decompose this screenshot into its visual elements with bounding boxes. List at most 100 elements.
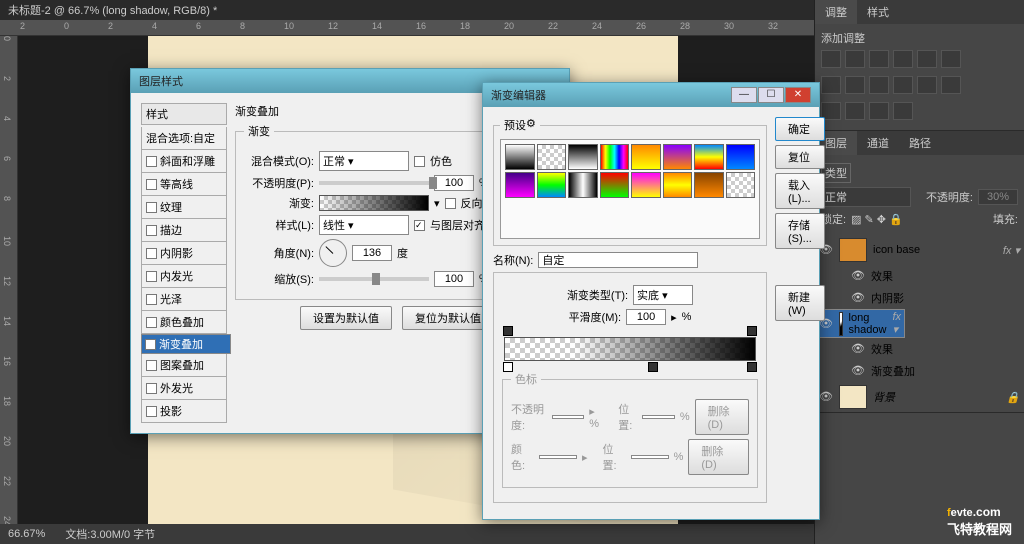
adj-icon[interactable]	[917, 76, 937, 94]
layer-opacity[interactable]: 30%	[978, 189, 1018, 205]
adj-icon[interactable]	[845, 50, 865, 68]
layer-effect[interactable]: 👁效果	[815, 338, 1024, 360]
style-item[interactable]: 外发光	[141, 377, 227, 400]
zoom-level[interactable]: 66.67%	[8, 528, 45, 540]
adj-icon[interactable]	[869, 102, 889, 120]
style-item[interactable]: 纹理	[141, 196, 227, 219]
style-checkbox[interactable]	[146, 202, 157, 213]
scale-slider[interactable]	[319, 277, 429, 281]
preset-list[interactable]	[500, 139, 760, 239]
lock-icon: 🔒	[1006, 391, 1020, 404]
color-stop[interactable]	[747, 362, 757, 372]
color-stop[interactable]	[503, 362, 513, 372]
adj-icon[interactable]	[941, 50, 961, 68]
style-checkbox[interactable]	[146, 225, 157, 236]
adj-icon[interactable]	[893, 102, 913, 120]
layer-row[interactable]: 👁背景🔒	[815, 382, 1024, 412]
adj-icon[interactable]	[893, 76, 913, 94]
maximize-button[interactable]: ☐	[758, 87, 784, 103]
style-item[interactable]: 图案叠加	[141, 354, 227, 377]
doc-size: 文档:3.00M/0 字节	[65, 526, 155, 542]
scale-input[interactable]: 100	[434, 271, 474, 287]
style-checkbox[interactable]	[146, 294, 157, 305]
reverse-checkbox[interactable]	[445, 198, 456, 209]
styles-header[interactable]: 样式	[141, 103, 227, 125]
style-item[interactable]: 内阴影	[141, 242, 227, 265]
ok-button[interactable]: 确定	[775, 117, 825, 141]
load-button[interactable]: 载入(L)...	[775, 173, 825, 209]
align-checkbox[interactable]	[414, 220, 425, 231]
ruler-vertical: 024681012141618202224	[0, 36, 18, 524]
style-item[interactable]: 描边	[141, 219, 227, 242]
style-item[interactable]: 内发光	[141, 265, 227, 288]
set-default-button[interactable]: 设置为默认值	[300, 306, 392, 330]
reset-default-button[interactable]: 复位为默认值	[402, 306, 494, 330]
opacity-slider[interactable]	[319, 181, 429, 185]
layer-effect[interactable]: 👁效果	[815, 265, 1024, 287]
smoothness-input[interactable]: 100	[626, 309, 666, 325]
style-checkbox[interactable]	[146, 317, 157, 328]
tab-styles[interactable]: 样式	[857, 0, 899, 24]
style-checkbox[interactable]	[146, 156, 157, 167]
style-item[interactable]: 斜面和浮雕	[141, 150, 227, 173]
dither-checkbox[interactable]	[414, 156, 425, 167]
close-button[interactable]: ✕	[785, 87, 811, 103]
cancel-button[interactable]: 复位	[775, 145, 825, 169]
gradient-bar[interactable]	[504, 337, 756, 361]
style-checkbox[interactable]	[146, 360, 157, 371]
adj-icon[interactable]	[869, 50, 889, 68]
style-item[interactable]: 等高线	[141, 173, 227, 196]
opacity-stop[interactable]	[747, 326, 757, 336]
blend-mode-select[interactable]: 正常	[821, 187, 911, 207]
adj-icon[interactable]	[845, 102, 865, 120]
style-checkbox[interactable]	[146, 383, 157, 394]
gear-icon[interactable]: ⚙	[526, 117, 536, 130]
layer-row[interactable]: 👁long shadowfx ▾	[815, 309, 905, 338]
adj-icon[interactable]	[821, 50, 841, 68]
adj-icon[interactable]	[869, 76, 889, 94]
blendmode-select[interactable]: 正常 ▾	[319, 151, 409, 171]
adj-icon[interactable]	[917, 50, 937, 68]
gradient-name-input[interactable]	[538, 252, 698, 268]
gradient-type-group: 渐变类型(T):实底 ▾ 平滑度(M):100▸% 色标 不透明度:▸ %位置:…	[493, 272, 767, 503]
minimize-button[interactable]: —	[731, 87, 757, 103]
style-checkbox[interactable]	[146, 248, 157, 259]
layer-kind[interactable]: 类型	[821, 163, 851, 183]
opacity-stop[interactable]	[503, 326, 513, 336]
opacity-input[interactable]: 100	[434, 175, 474, 191]
save-button[interactable]: 存储(S)...	[775, 213, 825, 249]
color-stop[interactable]	[648, 362, 658, 372]
angle-input[interactable]: 136	[352, 245, 392, 261]
adj-icon[interactable]	[893, 50, 913, 68]
gradient-type-select[interactable]: 实底 ▾	[633, 285, 693, 305]
layer-row[interactable]: 👁icon basefx ▾	[815, 235, 1024, 265]
dialog-titlebar[interactable]: 渐变编辑器 — ☐ ✕	[483, 83, 819, 107]
layer-effect[interactable]: 👁内阴影	[815, 287, 1024, 309]
layers-list: 👁icon basefx ▾ 👁效果 👁内阴影 👁long shadowfx ▾…	[815, 235, 1024, 412]
style-checkbox[interactable]	[146, 179, 157, 190]
stop-opacity	[552, 415, 584, 419]
style-item[interactable]: 投影	[141, 400, 227, 423]
tab-adjustments[interactable]: 调整	[815, 0, 857, 24]
style-item[interactable]: 渐变叠加	[141, 334, 231, 354]
stops-group: 色标 不透明度:▸ %位置:%删除(D) 颜色:▸位置:%删除(D)	[502, 371, 758, 488]
style-checkbox[interactable]	[145, 339, 156, 350]
style-checkbox[interactable]	[146, 406, 157, 417]
adj-icon[interactable]	[821, 76, 841, 94]
footer-logo: ffevte.comevte.com 飞特教程网	[947, 505, 1012, 538]
layer-effect[interactable]: 👁渐变叠加	[815, 360, 1024, 382]
adj-icon[interactable]	[941, 76, 961, 94]
gradient-preview[interactable]	[319, 195, 429, 211]
adj-icon[interactable]	[845, 76, 865, 94]
tab-paths[interactable]: 路径	[899, 131, 941, 155]
tab-channels[interactable]: 通道	[857, 131, 899, 155]
style-checkbox[interactable]	[146, 271, 157, 282]
visibility-icon[interactable]: 👁	[819, 390, 833, 404]
style-item[interactable]: 光泽	[141, 288, 227, 311]
gradient-style-select[interactable]: 线性 ▾	[319, 215, 409, 235]
angle-dial[interactable]	[319, 239, 347, 267]
blending-options[interactable]: 混合选项:自定	[141, 127, 227, 150]
style-item[interactable]: 颜色叠加	[141, 311, 227, 334]
delete-stop-button: 删除(D)	[688, 439, 749, 475]
new-button[interactable]: 新建(W)	[775, 285, 825, 321]
